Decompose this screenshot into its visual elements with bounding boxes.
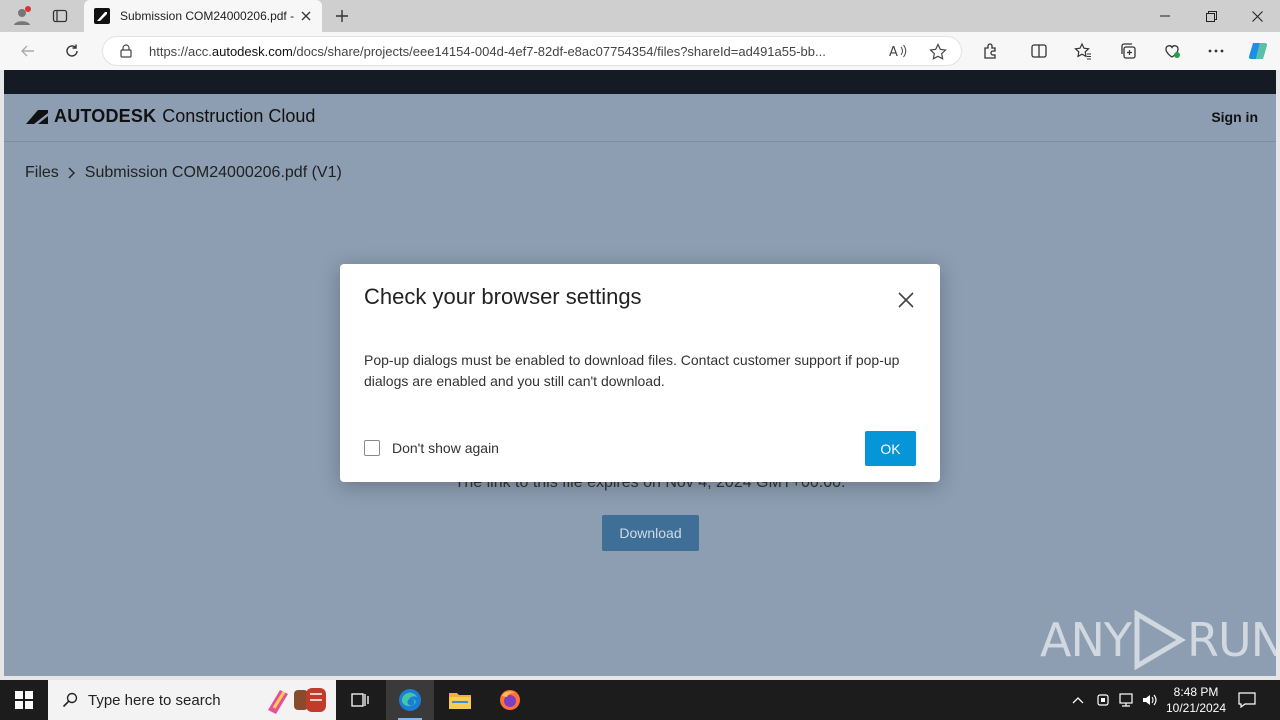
clock-date: 10/21/2024 [1165, 701, 1227, 715]
windows-start-icon[interactable] [0, 680, 48, 720]
task-view-icon[interactable] [336, 680, 384, 720]
dont-show-again-checkbox[interactable] [364, 440, 380, 456]
ok-button[interactable]: OK [865, 431, 916, 466]
chevron-right-icon [67, 167, 77, 179]
restore-icon[interactable] [1188, 0, 1234, 32]
address-bar[interactable]: https://acc.autodesk.com/docs/share/proj… [102, 36, 962, 66]
url-text[interactable]: https://acc.autodesk.com/docs/share/proj… [149, 44, 884, 59]
dont-show-again-label[interactable]: Don't show again [392, 440, 499, 456]
more-menu-icon[interactable] [1202, 38, 1230, 64]
browser-nav-bar: https://acc.autodesk.com/docs/share/proj… [0, 32, 1280, 70]
clock-time: 8:48 PM [1173, 685, 1219, 699]
tab-actions-icon[interactable] [46, 4, 74, 28]
url-path: /docs/share/projects/eee14154-004d-4ef7-… [292, 44, 826, 59]
dialog-close-icon[interactable] [896, 290, 916, 310]
network-icon[interactable] [1116, 690, 1136, 710]
lock-icon[interactable] [119, 44, 133, 63]
read-aloud-icon[interactable]: A [889, 43, 907, 64]
breadcrumb-current-file: Submission COM24000206.pdf (V1) [84, 164, 342, 181]
new-tab-icon[interactable] [330, 4, 354, 28]
dialog-message: Pop-up dialogs must be enabled to downlo… [364, 352, 900, 389]
header-top-strip [4, 70, 1276, 94]
browser-essentials-icon[interactable] [1158, 38, 1186, 64]
autodesk-logo[interactable]: AUTODESK Construction Cloud [26, 106, 315, 127]
firefox-icon[interactable] [486, 680, 534, 720]
url-prefix: https://acc. [149, 44, 212, 59]
watermark-right: RUN [1186, 613, 1276, 667]
logo-product: Construction Cloud [162, 106, 316, 126]
logo-brand: AUTODESK [54, 106, 157, 126]
breadcrumb-files[interactable]: Files [25, 164, 59, 182]
watermark-left: ANY [1040, 613, 1132, 667]
autodesk-favicon-icon [94, 8, 110, 24]
back-icon[interactable] [14, 38, 42, 64]
breadcrumb: Files Submission COM24000206.pdf (V1) [25, 164, 342, 182]
svg-text:A: A [889, 45, 898, 59]
copilot-icon[interactable] [1244, 38, 1272, 64]
tab-title: Submission COM24000206.pdf - Autodesk [120, 9, 295, 23]
extensions-icon[interactable] [977, 38, 1005, 64]
browser-settings-dialog: Check your browser settings Pop-up dialo… [340, 264, 940, 482]
search-placeholder: Type here to search [88, 691, 221, 709]
search-icon [62, 692, 78, 708]
site-header: AUTODESK Construction Cloud Sign in [4, 94, 1276, 142]
refresh-icon[interactable] [58, 38, 86, 64]
edge-taskbar-icon[interactable] [386, 680, 434, 720]
search-highlight-illustration-icon [266, 686, 328, 714]
minimize-icon[interactable] [1142, 0, 1188, 32]
browser-tab-strip: Submission COM24000206.pdf - Autodesk [0, 0, 1280, 32]
taskbar-search-box[interactable]: Type here to search [48, 680, 336, 720]
tab-close-icon[interactable] [298, 8, 314, 24]
dialog-title: Check your browser settings [364, 284, 642, 309]
split-screen-icon[interactable] [1025, 38, 1053, 64]
download-button[interactable]: Download [602, 515, 699, 551]
volume-icon[interactable] [1140, 690, 1160, 710]
profile-avatar-icon[interactable] [8, 4, 36, 28]
browser-tab-active[interactable]: Submission COM24000206.pdf - Autodesk [84, 0, 322, 32]
tray-device-icon[interactable] [1093, 690, 1113, 710]
url-domain: autodesk.com [211, 44, 293, 59]
autodesk-mark-icon [26, 109, 48, 124]
favorite-star-icon[interactable] [929, 43, 947, 66]
tray-chevron-up-icon[interactable] [1068, 690, 1088, 710]
collections-icon[interactable] [1114, 38, 1142, 64]
anyrun-watermark: ANY RUN [1040, 610, 1276, 670]
notification-icon[interactable] [1236, 690, 1258, 710]
windows-taskbar: Type here to search 8:48 PM 10/21/2024 [0, 680, 1280, 720]
favorites-icon[interactable] [1069, 38, 1097, 64]
sign-in-link[interactable]: Sign in [1211, 109, 1258, 125]
play-triangle-icon [1134, 610, 1186, 670]
file-explorer-icon[interactable] [436, 680, 484, 720]
system-clock[interactable]: 8:48 PM 10/21/2024 [1160, 684, 1232, 716]
close-window-icon[interactable] [1234, 0, 1280, 32]
